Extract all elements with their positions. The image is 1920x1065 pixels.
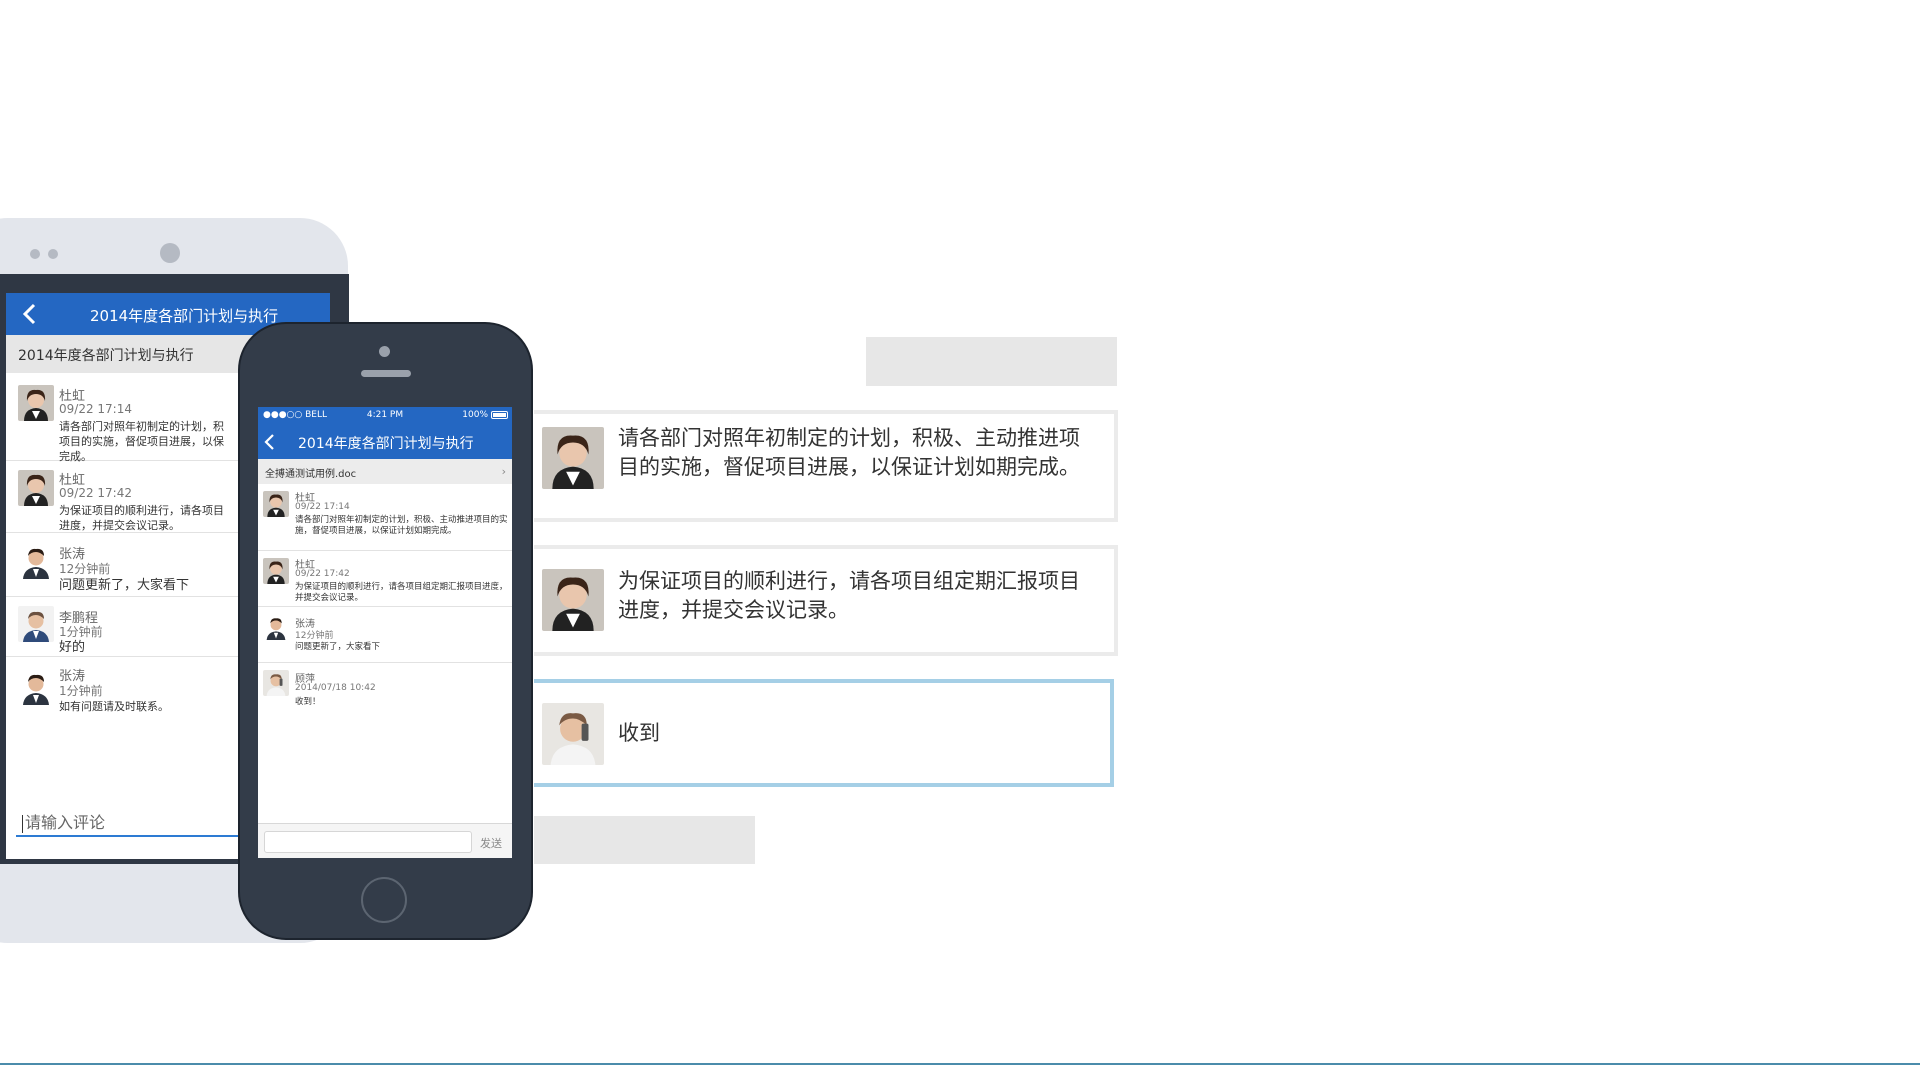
comment-text: 为保证项目的顺利进行，请各项目组定期汇报项目进度，并提交会议记录。: [295, 582, 508, 603]
send-button[interactable]: 发送: [480, 835, 502, 851]
battery-icon: [491, 411, 508, 419]
woman-avatar-icon: [542, 569, 604, 631]
comment-text: 问题更新了，大家看下: [295, 642, 381, 652]
woman-avatar-icon: [263, 558, 289, 584]
page-title: 2014年度各部门计划与执行: [90, 307, 279, 325]
message-text: 为保证项目的顺利进行，请各项目组定期汇报项目进度，并提交会议记录。: [618, 569, 1080, 622]
comment-item: 杜虹 09/22 17:42 为保证项目的顺利进行，请各项目组定期汇报项目进度，…: [258, 551, 512, 607]
comment-time: 1分钟前: [59, 625, 103, 639]
comment-time: 2014/07/18 10:42: [295, 683, 376, 693]
message-card-selected[interactable]: 收到: [534, 679, 1114, 787]
man-avatar-icon: [18, 543, 54, 579]
comment-item: 张涛 12分钟前 问题更新了，大家看下: [258, 607, 512, 663]
battery-percent: 100%: [462, 410, 488, 420]
woman-avatar-icon: [263, 491, 289, 517]
comment-time: 1分钟前: [59, 684, 103, 698]
back-arrow-icon[interactable]: [263, 433, 277, 451]
man-suit-avatar-icon: [18, 606, 54, 642]
comment-time: 09/22 17:42: [295, 569, 350, 579]
attachment-row[interactable]: 全搏通测试用例.doc ›: [258, 459, 512, 484]
page-title: 2014年度各部门计划与执行: [298, 436, 474, 452]
man-avatar-icon: [18, 669, 54, 705]
woman-avatar-icon: [18, 385, 54, 421]
comment-time: 12分钟前: [295, 631, 334, 641]
comment-item: 顾萍 2014/07/18 10:42 收到！: [258, 663, 512, 719]
comment-item: 杜虹 09/22 17:14 请各部门对照年初制定的计划，积极、主动推进项目的实…: [258, 484, 512, 551]
placeholder-bar: [866, 337, 1117, 386]
iphone-app-header: 2014年度各部门计划与执行: [258, 423, 512, 459]
comment-time: 12分钟前: [59, 562, 111, 576]
back-arrow-icon[interactable]: [20, 302, 40, 326]
man-phone-avatar-icon: [263, 670, 289, 696]
android-camera-icon: [160, 243, 180, 263]
iphone-screen: ●●●○○ BELL 4:21 PM 100% 2014年度各部门计划与执行 全…: [258, 407, 512, 858]
comment-time: 09/22 17:42: [59, 486, 132, 500]
man-avatar-icon: [263, 614, 289, 640]
placeholder-bar: [534, 816, 755, 864]
comment-compose-bar: 发送: [258, 823, 512, 858]
message-card[interactable]: 请各部门对照年初制定的计划，积极、主动推进项目的实施，督促项目进展，以保证计划如…: [534, 410, 1118, 522]
chevron-right-icon: ›: [501, 465, 506, 478]
attachment-name: 全搏通测试用例.doc: [265, 469, 357, 480]
iphone-camera-icon: [379, 346, 390, 357]
iphone-speaker: [361, 370, 411, 377]
comment-time: 09/22 17:14: [295, 502, 350, 512]
android-sensor-dots: [30, 249, 60, 259]
message-text: 收到: [618, 721, 660, 745]
comment-input[interactable]: [264, 831, 472, 853]
woman-avatar-icon: [542, 427, 604, 489]
home-button[interactable]: [361, 877, 407, 923]
comment-time: 09/22 17:14: [59, 402, 132, 416]
man-phone-avatar-icon: [542, 703, 604, 765]
message-text: 请各部门对照年初制定的计划，积极、主动推进项目的实施，督促项目进展，以保证计划如…: [618, 426, 1080, 479]
woman-avatar-icon: [18, 470, 54, 506]
comment-text: 收到！: [295, 697, 321, 707]
comment-input-placeholder: 请输入评论: [25, 813, 106, 832]
comment-text: 请各部门对照年初制定的计划，积极、主动推进项目的实施，督促项目进展，以保证计划如…: [295, 515, 508, 536]
message-card[interactable]: 为保证项目的顺利进行，请各项目组定期汇报项目进度，并提交会议记录。: [534, 545, 1118, 656]
status-bar: ●●●○○ BELL 4:21 PM 100%: [258, 407, 512, 423]
